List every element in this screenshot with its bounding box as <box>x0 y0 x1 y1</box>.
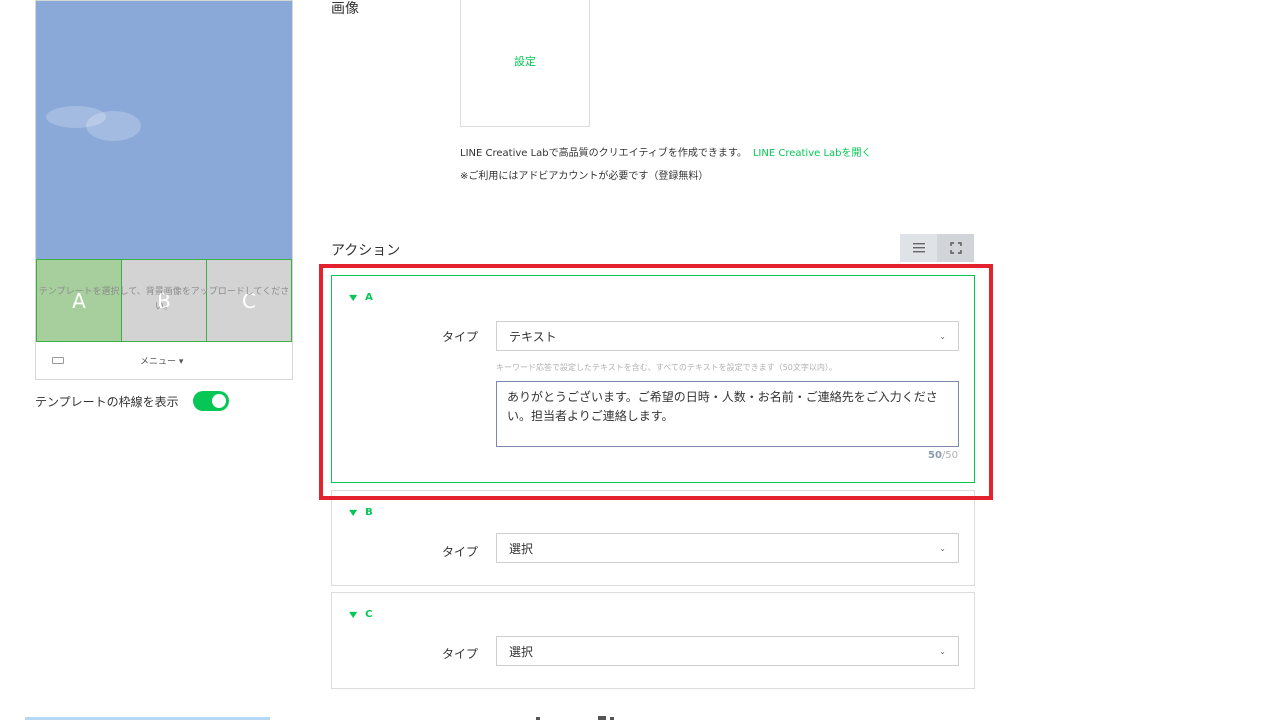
char-max: /50 <box>941 450 958 461</box>
chevron-down-icon: ⌄ <box>939 543 946 553</box>
cell-letter: B <box>157 288 171 313</box>
template-cell-a[interactable]: A <box>36 259 121 342</box>
type-select-c[interactable]: 選択 ⌄ <box>496 636 959 666</box>
chevron-down-icon: ▼ <box>349 610 358 619</box>
type-label: タイプ <box>442 545 479 559</box>
adobe-account-note: ※ご利用にはアドビアカウントが必要です（登録無料） <box>460 171 709 182</box>
action-card-b: ▼ B タイプ 選択 ⌄ <box>331 490 975 586</box>
action-card-c: ▼ C タイプ 選択 ⌄ <box>331 592 975 689</box>
template-preview: A B C テンプレートを選択して、背景画像をアップロードしてください。 メニュ… <box>35 0 293 380</box>
template-grid: A B C <box>36 259 292 342</box>
menu-label: メニュー ▾ <box>140 357 184 367</box>
image-section-label: 画像 <box>331 1 359 17</box>
type-value: 選択 <box>509 644 534 659</box>
template-cell-c[interactable]: C <box>206 259 292 342</box>
chevron-down-icon: ⌄ <box>939 646 946 656</box>
list-view-icon[interactable] <box>900 234 937 262</box>
action-name: B <box>365 507 373 518</box>
cloud-shape <box>86 111 141 141</box>
action-card-a: ▼ A タイプ テキスト ⌄ キーワード応答で設定したテキストを含む、すべてのテ… <box>331 275 975 483</box>
keyboard-icon <box>52 357 64 364</box>
image-upload-box[interactable]: 設定 <box>460 0 590 127</box>
chevron-down-icon: ⌄ <box>939 331 946 341</box>
action-header-c[interactable]: ▼ C <box>349 609 373 620</box>
action-name: C <box>365 609 373 620</box>
cell-letter: C <box>242 288 256 313</box>
frame-toggle-label: テンプレートの枠線を表示 <box>35 395 179 409</box>
view-toggle <box>900 234 974 262</box>
frame-toggle-switch[interactable] <box>193 391 229 411</box>
type-label: タイプ <box>442 330 479 344</box>
cell-letter: A <box>72 288 86 313</box>
offscreen-text-fragment <box>536 716 614 720</box>
chevron-down-icon: ▼ <box>349 508 358 517</box>
text-hint: キーワード応答で設定したテキストを含む、すべてのテキストを設定できます（50文字… <box>496 363 837 372</box>
char-count: 50 <box>927 450 942 461</box>
char-counter: 50/50 <box>928 450 958 461</box>
action-header-b[interactable]: ▼ B <box>349 507 373 518</box>
template-cell-b[interactable]: B <box>121 259 206 342</box>
type-value: テキスト <box>509 329 557 344</box>
action-name: A <box>365 292 373 303</box>
chat-menu-bar: メニュー ▾ <box>36 342 292 379</box>
type-select-b[interactable]: 選択 ⌄ <box>496 533 959 563</box>
action-header-a[interactable]: ▼ A <box>349 292 373 303</box>
type-label: タイプ <box>442 647 479 661</box>
creative-lab-text: LINE Creative Labで高品質のクリエイティブを作成できます。 <box>460 148 747 159</box>
chevron-down-icon: ▼ <box>349 293 358 302</box>
action-section-title: アクション <box>331 243 401 259</box>
creative-lab-line: LINE Creative Labで高品質のクリエイティブを作成できます。 LIN… <box>460 144 872 159</box>
image-set-button[interactable]: 設定 <box>514 53 536 69</box>
background-image <box>36 1 292 259</box>
message-textarea[interactable]: ありがとうございます。ご希望の日時・人数・お名前・ご連絡先をご入力ください。担当… <box>496 381 959 447</box>
creative-lab-link[interactable]: LINE Creative Labを開く <box>753 148 872 159</box>
toggle-knob <box>212 394 226 408</box>
expand-view-icon[interactable] <box>937 234 974 262</box>
type-select-a[interactable]: テキスト ⌄ <box>496 321 959 351</box>
type-value: 選択 <box>509 541 534 556</box>
